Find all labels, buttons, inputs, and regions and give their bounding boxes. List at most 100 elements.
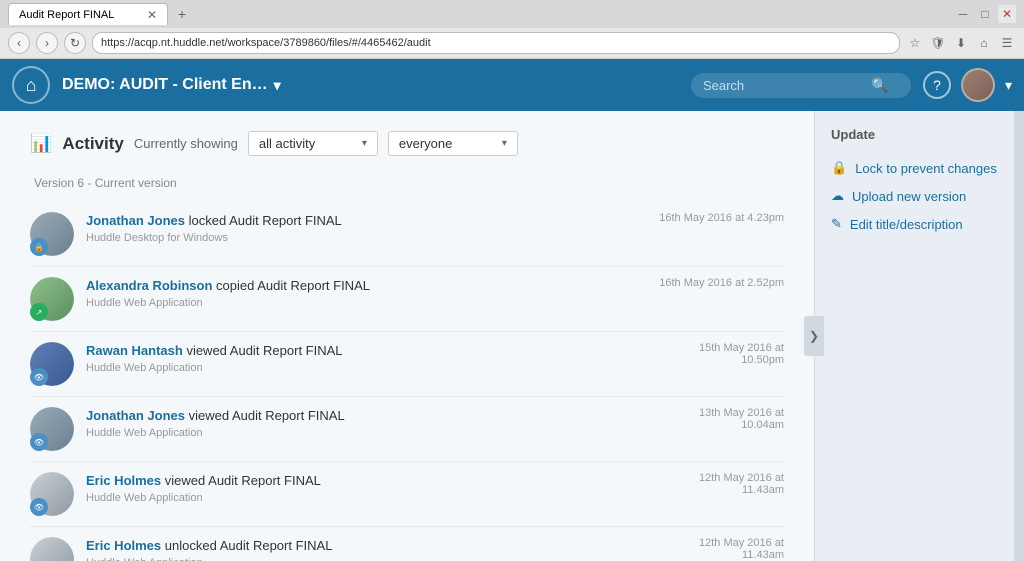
active-tab[interactable]: Audit Report FINAL ✕ bbox=[8, 3, 168, 25]
who-filter-label: everyone bbox=[399, 136, 452, 151]
activity-action: viewed Audit Report FINAL bbox=[189, 408, 345, 423]
activity-user-link[interactable]: Jonathan Jones bbox=[86, 408, 185, 423]
activity-action: viewed Audit Report FINAL bbox=[165, 473, 321, 488]
sidebar-item[interactable]: ✎ Edit title/description bbox=[831, 210, 998, 238]
url-input[interactable]: https://acqp.nt.huddle.net/workspace/378… bbox=[92, 32, 900, 54]
forward-btn[interactable]: › bbox=[36, 32, 58, 54]
activity-avatar-wrap: 🔒 bbox=[30, 212, 74, 256]
app-title-area: DEMO: AUDIT - Client En… ▾ bbox=[62, 76, 679, 94]
header-right: ? ▾ bbox=[923, 68, 1012, 102]
activity-time: 12th May 2016 at11.43am bbox=[699, 537, 784, 561]
activity-time: 13th May 2016 at10.04am bbox=[699, 407, 784, 431]
sidebar-items: 🔒 Lock to prevent changes ☁ Upload new v… bbox=[831, 154, 998, 238]
tab-close-btn[interactable]: ✕ bbox=[147, 8, 157, 22]
activity-text: Jonathan Jones locked Audit Report FINAL bbox=[86, 212, 647, 230]
browser-toolbar: ☆ 🛡 ⬇ ⌂ ☰ bbox=[906, 34, 1016, 52]
activity-user-avatar bbox=[30, 537, 74, 561]
activity-action-badge: 👁 bbox=[30, 498, 48, 516]
activity-user-link[interactable]: Eric Holmes bbox=[86, 473, 161, 488]
activity-text: Eric Holmes viewed Audit Report FINAL bbox=[86, 472, 687, 490]
scrollbar[interactable] bbox=[1014, 111, 1024, 561]
activity-user-link[interactable]: Alexandra Robinson bbox=[86, 278, 212, 293]
badge-icon: 👁 bbox=[34, 503, 44, 512]
search-bar[interactable]: 🔍 bbox=[691, 73, 911, 98]
new-tab-btn[interactable]: + bbox=[172, 4, 192, 24]
content-area: 📊 Activity Currently showing all activit… bbox=[0, 111, 814, 561]
user-avatar[interactable] bbox=[961, 68, 995, 102]
currently-showing-label: Currently showing bbox=[134, 136, 238, 151]
activity-item: ↗ Alexandra Robinson copied Audit Report… bbox=[30, 267, 784, 332]
badge-icon: 👁 bbox=[34, 438, 44, 447]
activity-avatar-wrap: 👁 bbox=[30, 342, 74, 386]
app-title-text: DEMO: AUDIT - Client En… bbox=[62, 76, 268, 94]
sidebar-item-icon: ☁ bbox=[831, 188, 844, 204]
close-btn[interactable]: ✕ bbox=[998, 5, 1016, 23]
sidebar-item-label: Lock to prevent changes bbox=[855, 161, 997, 176]
bookmark-star-icon[interactable]: ☆ bbox=[906, 34, 924, 52]
address-bar: ‹ › ↻ https://acqp.nt.huddle.net/workspa… bbox=[0, 28, 1024, 58]
sidebar: Update 🔒 Lock to prevent changes ☁ Uploa… bbox=[814, 111, 1014, 561]
shield-icon[interactable]: 🛡 bbox=[929, 34, 947, 52]
user-menu-dropdown-icon[interactable]: ▾ bbox=[1005, 77, 1012, 94]
activity-filter-label: all activity bbox=[259, 136, 315, 151]
activity-item: ✓ Eric Holmes unlocked Audit Report FINA… bbox=[30, 527, 784, 561]
activity-avatar-wrap: 👁 bbox=[30, 407, 74, 451]
activity-source: Huddle Web Application bbox=[86, 557, 687, 561]
activity-action: locked Audit Report FINAL bbox=[189, 213, 342, 228]
activity-user-link[interactable]: Rawan Hantash bbox=[86, 343, 183, 358]
sidebar-collapse-btn[interactable]: ❯ bbox=[804, 316, 824, 356]
activity-action: viewed Audit Report FINAL bbox=[186, 343, 342, 358]
activity-user-link[interactable]: Jonathan Jones bbox=[86, 213, 185, 228]
activity-action-badge: 🔒 bbox=[30, 238, 48, 256]
who-filter-dropdown[interactable]: everyone ▾ bbox=[388, 131, 518, 156]
help-icon: ? bbox=[933, 77, 941, 93]
back-btn[interactable]: ‹ bbox=[8, 32, 30, 54]
activity-content: Jonathan Jones locked Audit Report FINAL… bbox=[86, 212, 647, 244]
activity-content: Eric Holmes viewed Audit Report FINAL Hu… bbox=[86, 472, 687, 504]
maximize-btn[interactable]: □ bbox=[976, 5, 994, 23]
activity-item: 👁 Jonathan Jones viewed Audit Report FIN… bbox=[30, 397, 784, 462]
activity-bar-chart-icon: 📊 bbox=[30, 133, 52, 154]
home-browser-icon[interactable]: ⌂ bbox=[975, 34, 993, 52]
activity-avatar-wrap: 👁 bbox=[30, 472, 74, 516]
search-input[interactable] bbox=[703, 78, 863, 93]
home-icon: ⌂ bbox=[26, 75, 37, 96]
activity-source: Huddle Web Application bbox=[86, 297, 647, 309]
version-label: Version 6 - Current version bbox=[30, 176, 784, 190]
activity-text: Eric Holmes unlocked Audit Report FINAL bbox=[86, 537, 687, 555]
badge-icon: ↗ bbox=[36, 308, 43, 317]
sidebar-item[interactable]: 🔒 Lock to prevent changes bbox=[831, 154, 998, 182]
sidebar-item-label: Edit title/description bbox=[850, 217, 963, 232]
who-filter-arrow: ▾ bbox=[502, 138, 507, 149]
sidebar-item[interactable]: ☁ Upload new version bbox=[831, 182, 998, 210]
activity-content: Rawan Hantash viewed Audit Report FINAL … bbox=[86, 342, 687, 374]
activity-filter-dropdown[interactable]: all activity ▾ bbox=[248, 131, 378, 156]
sidebar-item-label: Upload new version bbox=[852, 189, 966, 204]
settings-icon[interactable]: ☰ bbox=[998, 34, 1016, 52]
search-icon: 🔍 bbox=[871, 77, 888, 94]
app-header: ⌂ DEMO: AUDIT - Client En… ▾ 🔍 ? ▾ bbox=[0, 59, 1024, 111]
activity-header: 📊 Activity Currently showing all activit… bbox=[30, 131, 784, 156]
activity-item: 👁 Rawan Hantash viewed Audit Report FINA… bbox=[30, 332, 784, 397]
activity-item: 🔒 Jonathan Jones locked Audit Report FIN… bbox=[30, 202, 784, 267]
sidebar-title: Update bbox=[831, 127, 998, 142]
activity-title: Activity bbox=[62, 134, 123, 154]
activity-avatar-wrap: ✓ bbox=[30, 537, 74, 561]
help-button[interactable]: ? bbox=[923, 71, 951, 99]
home-button[interactable]: ⌂ bbox=[12, 66, 50, 104]
title-dropdown-icon[interactable]: ▾ bbox=[274, 77, 281, 94]
download-icon[interactable]: ⬇ bbox=[952, 34, 970, 52]
activity-content: Alexandra Robinson copied Audit Report F… bbox=[86, 277, 647, 309]
activity-user-link[interactable]: Eric Holmes bbox=[86, 538, 161, 553]
activity-list: 🔒 Jonathan Jones locked Audit Report FIN… bbox=[30, 202, 784, 561]
sidebar-item-icon: ✎ bbox=[831, 216, 842, 232]
badge-icon: 🔒 bbox=[34, 243, 44, 252]
activity-action-badge: 👁 bbox=[30, 368, 48, 386]
refresh-btn[interactable]: ↻ bbox=[64, 32, 86, 54]
sidebar-item-icon: 🔒 bbox=[831, 160, 847, 176]
activity-item: 👁 Eric Holmes viewed Audit Report FINAL … bbox=[30, 462, 784, 527]
activity-time: 16th May 2016 at 2.52pm bbox=[659, 277, 784, 289]
activity-text: Rawan Hantash viewed Audit Report FINAL bbox=[86, 342, 687, 360]
activity-source: Huddle Web Application bbox=[86, 492, 687, 504]
minimize-btn[interactable]: ─ bbox=[954, 5, 972, 23]
